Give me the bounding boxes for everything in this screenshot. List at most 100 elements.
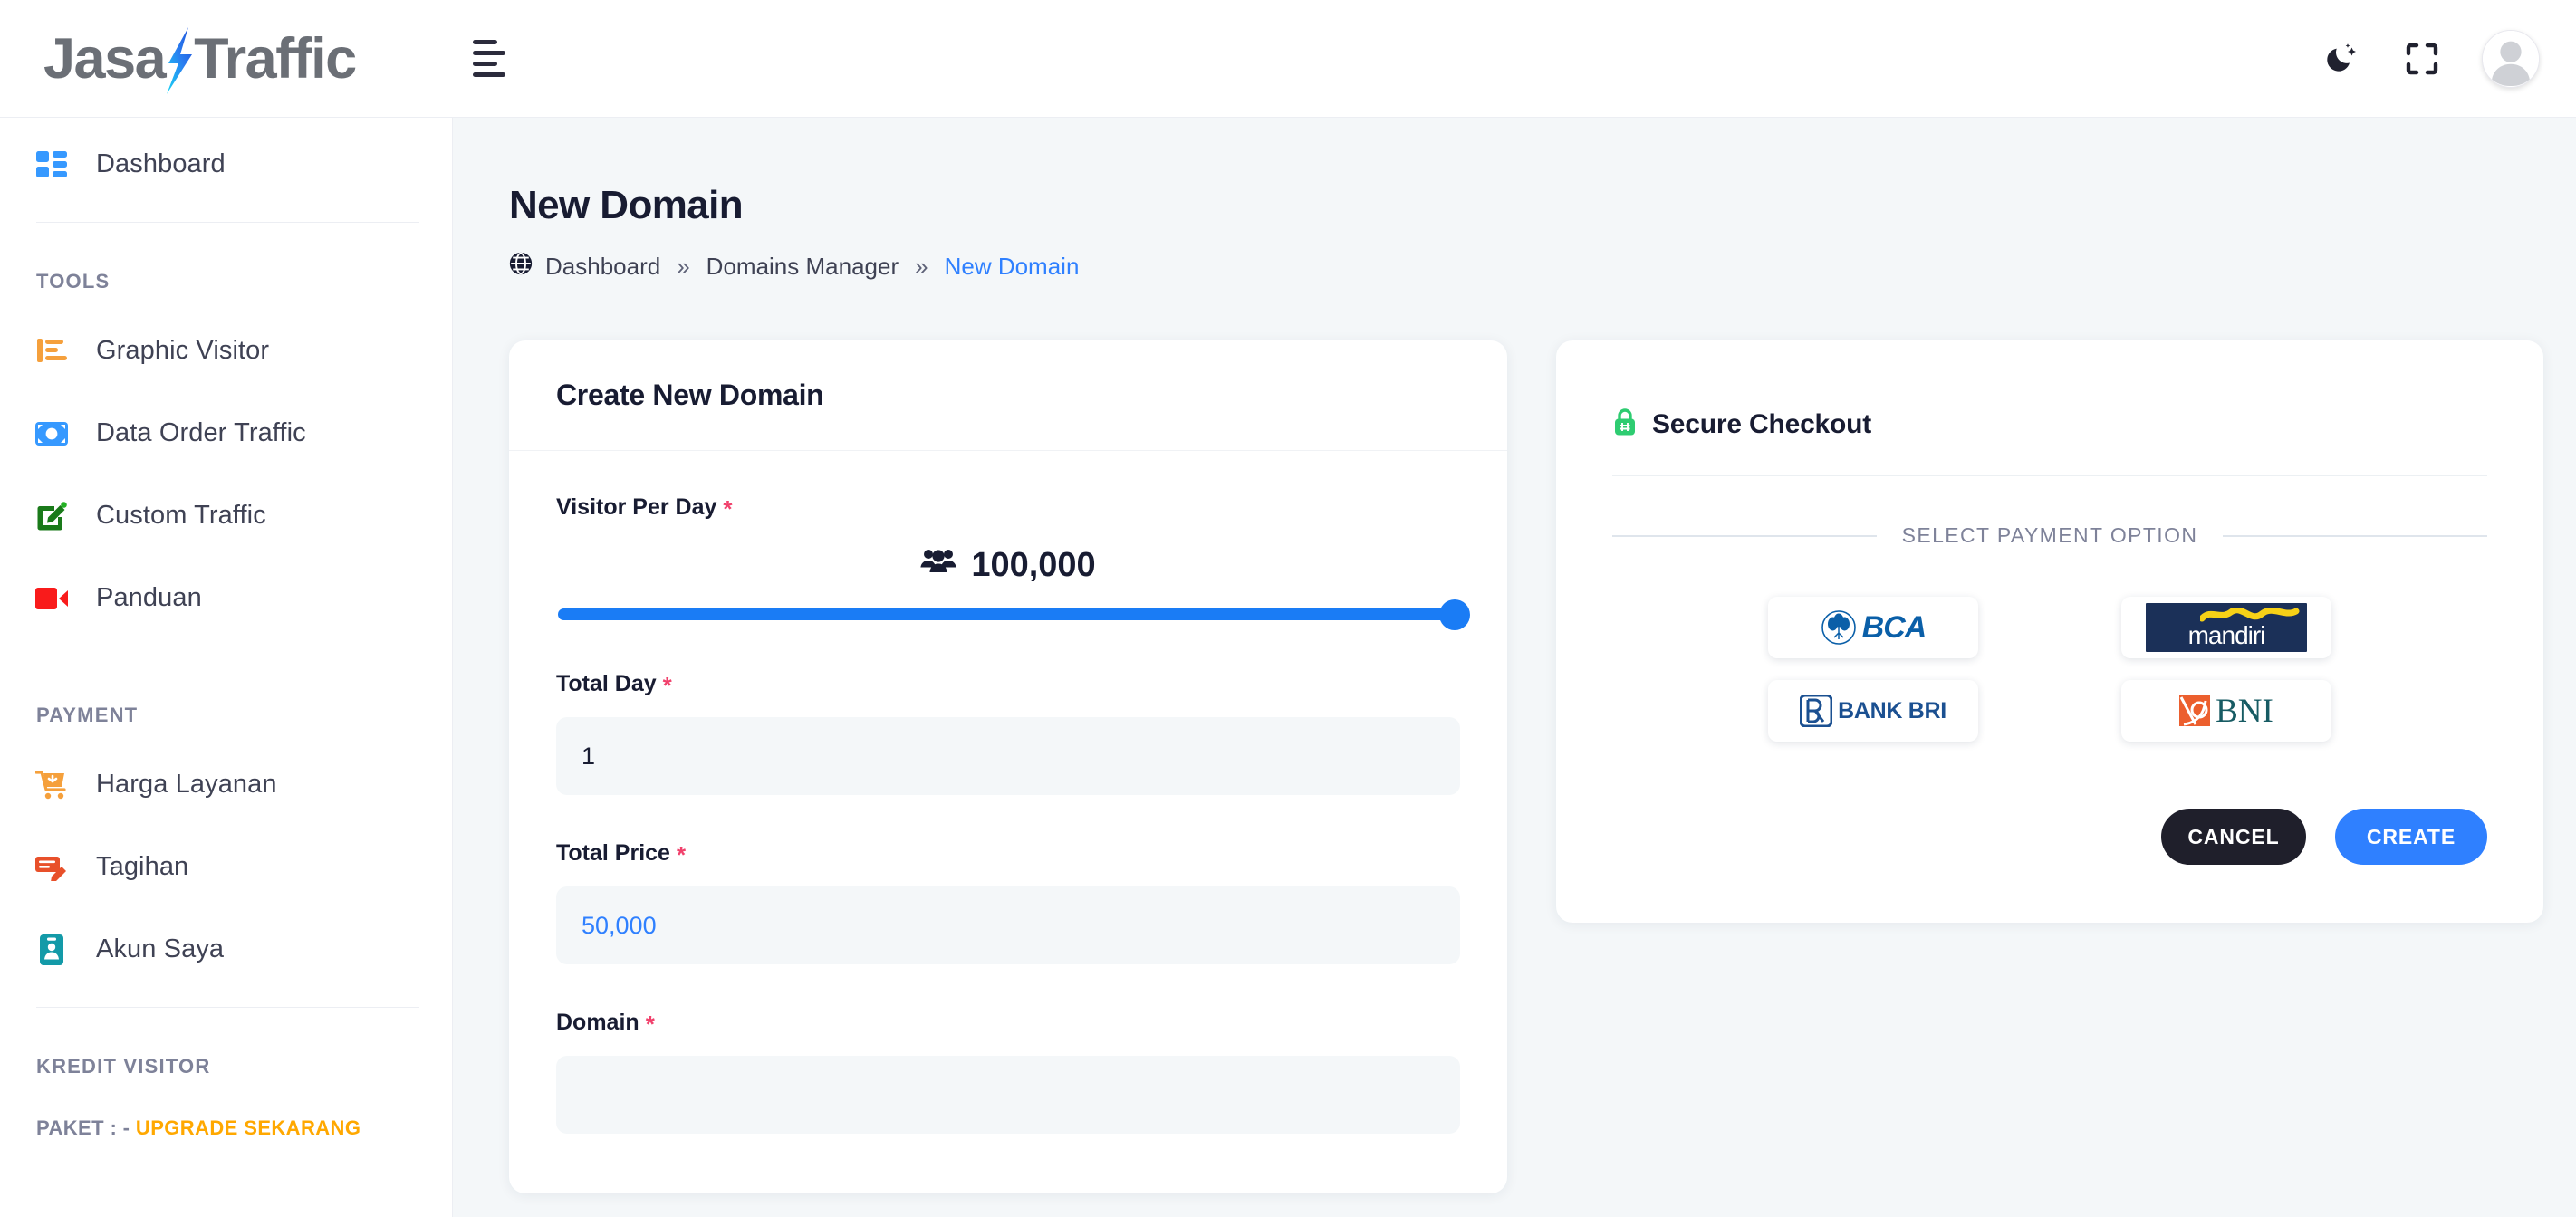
secure-checkout-title: Secure Checkout: [1652, 409, 1871, 440]
lightning-bolt-icon: [161, 27, 197, 94]
sidebar-item-panduan[interactable]: Panduan: [0, 557, 452, 639]
bri-text: BANK BRI: [1838, 698, 1946, 724]
payment-option-bri[interactable]: BANK BRI: [1768, 680, 1978, 742]
total-price-input[interactable]: 50,000: [556, 886, 1460, 964]
field-visitor-per-day: Visitor Per Day *: [556, 493, 1460, 620]
breadcrumb-item-dashboard[interactable]: Dashboard: [545, 253, 660, 281]
field-domain: Domain *: [556, 1008, 1460, 1134]
sidebar-item-akun-saya[interactable]: Akun Saya: [0, 908, 452, 991]
total-day-input[interactable]: 1: [556, 717, 1460, 795]
breadcrumb: Dashboard » Domains Manager » New Domain: [509, 252, 2576, 282]
sidebar-item-custom-traffic[interactable]: Custom Traffic: [0, 474, 452, 557]
divider-line-right: [2223, 535, 2487, 537]
sidebar-item-label: Dashboard: [96, 149, 226, 179]
sidebar-item-label: Harga Layanan: [96, 770, 277, 800]
shopping-cart-icon: [33, 771, 71, 800]
sidebar-item-harga-layanan[interactable]: Harga Layanan: [0, 743, 452, 826]
body-wrapper: Dashboard TOOLS Graphic Visitor: [0, 118, 2576, 1217]
secure-checkout-header: Secure Checkout: [1556, 340, 2543, 441]
bca-text: BCA: [1862, 610, 1927, 646]
sidebar-section-kredit-visitor: KREDIT VISITOR: [0, 1024, 452, 1095]
bri-logo: BANK BRI: [1800, 695, 1946, 727]
upgrade-sekarang-link[interactable]: UPGRADE SEKARANG: [136, 1116, 360, 1139]
label-text: Total Day: [556, 671, 657, 697]
sidebar-item-graphic-visitor[interactable]: Graphic Visitor: [0, 310, 452, 392]
sidebar-section-payment: PAYMENT: [0, 673, 452, 743]
payment-option-bca[interactable]: BCA: [1768, 597, 1978, 658]
bca-logo: BCA: [1821, 609, 1927, 646]
sidebar-item-label: Custom Traffic: [96, 501, 266, 531]
brand-logo[interactable]: Jasa Traffic: [0, 0, 453, 117]
required-asterisk: *: [663, 672, 672, 700]
label-text: Total Price: [556, 840, 670, 867]
field-total-price: Total Price * 50,000: [556, 838, 1460, 964]
cards-row: Create New Domain Visitor Per Day *: [509, 340, 2576, 1193]
select-payment-label: SELECT PAYMENT OPTION: [1902, 523, 2198, 548]
banknote-icon: [33, 422, 71, 446]
visitor-per-day-slider[interactable]: [558, 608, 1458, 620]
paket-status: PAKET : - UPGRADE SEKARANG: [0, 1095, 452, 1140]
globe-icon: [509, 252, 533, 282]
card-header: Create New Domain: [509, 340, 1507, 451]
breadcrumb-separator: »: [911, 253, 931, 281]
domain-label: Domain *: [556, 1008, 1460, 1036]
create-button[interactable]: CREATE: [2335, 809, 2487, 865]
moon-stars-icon[interactable]: [2322, 39, 2362, 79]
divider-line-left: [1612, 535, 1877, 537]
breadcrumb-separator: »: [673, 253, 693, 281]
total-day-label: Total Day *: [556, 669, 1460, 697]
domain-input[interactable]: [556, 1056, 1460, 1134]
bni-logo: BNI: [2179, 695, 2273, 728]
user-avatar[interactable]: [2482, 30, 2540, 88]
top-bar: Jasa Traffic: [0, 0, 2576, 118]
payment-option-bni[interactable]: BNI: [2121, 680, 2331, 742]
sidebar-item-data-order-traffic[interactable]: Data Order Traffic: [0, 392, 452, 474]
brand-text: Jasa Traffic: [43, 25, 356, 92]
breadcrumb-item-new-domain[interactable]: New Domain: [945, 253, 1080, 281]
label-text: Visitor Per Day: [556, 494, 716, 521]
brand-name-part2: Traffic: [194, 26, 356, 91]
edit-square-icon: [33, 501, 71, 532]
paket-label: PAKET : -: [36, 1116, 130, 1139]
menu-bar-3: [473, 62, 497, 66]
bar-chart-icon: [33, 337, 71, 366]
app-root: Jasa Traffic: [0, 0, 2576, 1217]
sidebar-item-label: Tagihan: [96, 852, 188, 882]
sidebar-item-dashboard[interactable]: Dashboard: [0, 123, 452, 206]
field-total-day: Total Day * 1: [556, 669, 1460, 795]
menu-bar-1: [473, 40, 497, 44]
visitor-per-day-value: 100,000: [556, 546, 1460, 585]
mandiri-text: mandiri: [2188, 623, 2265, 648]
fullscreen-expand-icon[interactable]: [2402, 39, 2442, 79]
sidebar-item-tagihan[interactable]: Tagihan: [0, 826, 452, 908]
header-divider: [1612, 475, 2487, 476]
sidebar-divider-1: [36, 222, 419, 223]
breadcrumb-item-domains-manager[interactable]: Domains Manager: [706, 253, 899, 281]
topbar-actions: [2322, 30, 2576, 88]
cancel-button[interactable]: CANCEL: [2161, 809, 2306, 865]
select-payment-divider: SELECT PAYMENT OPTION: [1612, 523, 2487, 548]
mandiri-logo: mandiri: [2146, 603, 2307, 652]
users-group-icon: [920, 546, 956, 585]
id-card-icon: [33, 934, 71, 965]
main-content: New Domain Dashboard » Domains Manager »…: [453, 118, 2576, 1217]
payment-option-mandiri[interactable]: mandiri: [2121, 597, 2331, 658]
payment-options-grid: BCA mandiri: [1556, 597, 2543, 742]
visitor-count-text: 100,000: [971, 546, 1095, 585]
hamburger-menu-icon[interactable]: [473, 34, 524, 84]
page-title: New Domain: [509, 183, 2576, 228]
green-padlock-icon: [1612, 407, 1638, 441]
slider-handle[interactable]: [1439, 599, 1470, 630]
visitor-per-day-label: Visitor Per Day *: [556, 493, 1460, 521]
menu-bar-4: [473, 72, 505, 77]
sidebar-item-label: Panduan: [96, 583, 202, 613]
sidebar-item-label: Akun Saya: [96, 934, 224, 964]
secure-checkout-card: Secure Checkout SELECT PAYMENT OPTION: [1556, 340, 2543, 923]
label-text: Domain: [556, 1010, 639, 1036]
card-body: Visitor Per Day *: [509, 451, 1507, 1193]
card-title: Create New Domain: [556, 379, 1460, 412]
menu-bar-2: [473, 51, 505, 55]
create-new-domain-card: Create New Domain Visitor Per Day *: [509, 340, 1507, 1193]
sidebar-divider-3: [36, 1007, 419, 1008]
dashboard-grid-icon: [33, 151, 71, 178]
